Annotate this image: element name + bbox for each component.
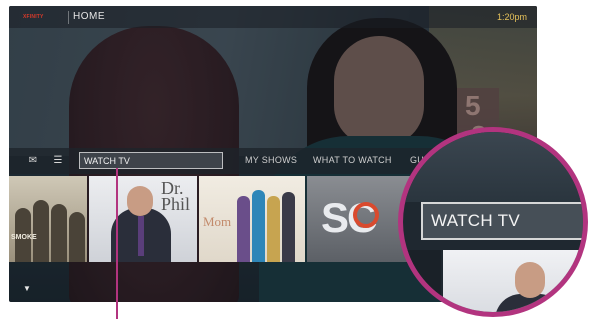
tile-figure (252, 190, 265, 262)
show-tile[interactable]: Mom (199, 176, 305, 262)
clock: 1:20pm (497, 12, 528, 22)
tile-figure (138, 216, 144, 256)
magnifier-dark-area (403, 250, 441, 312)
tile-figure (515, 262, 545, 298)
tile-figure (33, 200, 49, 262)
magnifier-callout: WATCH TV (398, 127, 588, 317)
show-title: Mom (203, 214, 232, 229)
magnifier-background (403, 132, 583, 202)
tile-figure (267, 196, 280, 262)
magnified-show-tile (443, 250, 583, 312)
tile-figure (127, 186, 153, 216)
magnified-watch-tv-tab: WATCH TV (421, 202, 583, 240)
top-bar: XFINITY HOME 1:20pm (9, 6, 537, 28)
tab-my-shows[interactable]: MY SHOWS (245, 155, 297, 165)
menu-icon[interactable]: ☰ (52, 155, 64, 167)
tv-icon: ▼ (23, 284, 31, 293)
watch-tv-tab[interactable]: WATCH TV (79, 152, 223, 169)
tile-figure (237, 196, 250, 262)
brand-logo: XFINITY (23, 14, 44, 20)
tile-figure (282, 192, 295, 262)
show-tile[interactable]: Dr. Phil (89, 176, 197, 262)
show-tile[interactable]: SMOKE (9, 176, 87, 262)
tile-logo-ring (353, 202, 379, 228)
divider (68, 11, 69, 24)
mail-icon[interactable]: ✉ (27, 155, 39, 167)
callout-pointer-line (116, 168, 118, 319)
show-title: SMOKE (11, 234, 37, 241)
page-title: HOME (73, 11, 105, 22)
show-title: Dr. Phil (161, 178, 191, 214)
tile-figure (69, 212, 85, 262)
tab-what-to-watch[interactable]: WHAT TO WATCH (313, 155, 392, 165)
tile-figure (51, 204, 67, 262)
